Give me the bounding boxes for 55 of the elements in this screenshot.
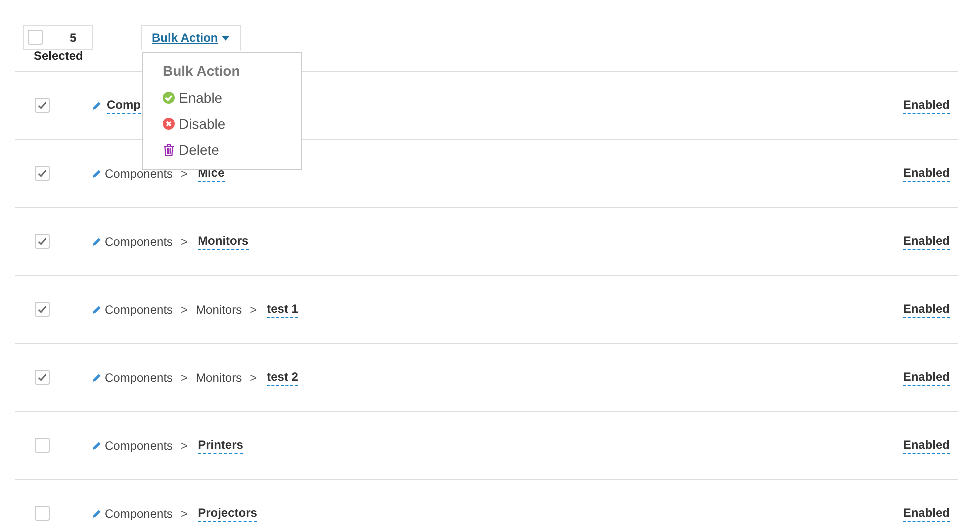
pencil-icon [92, 372, 102, 382]
breadcrumb-separator: > [250, 302, 258, 316]
status-link[interactable]: Enabled [903, 166, 950, 182]
selected-count: 5 [70, 30, 77, 44]
category-name-link[interactable]: Monitors [198, 234, 249, 250]
breadcrumb-item: Components [105, 166, 174, 180]
checkbox[interactable] [35, 302, 50, 317]
menu-item[interactable]: Disable [163, 111, 301, 137]
menu-item[interactable]: Enable [163, 85, 301, 111]
status-link[interactable]: Enabled [903, 438, 950, 454]
status-link[interactable]: Enabled [903, 302, 950, 318]
breadcrumb-item: Components [105, 438, 174, 452]
checkbox[interactable] [35, 370, 50, 385]
selected-label: Selected [34, 50, 84, 62]
pencil-icon [92, 100, 102, 110]
breadcrumb-separator: > [250, 370, 258, 384]
bulk-action-dropdown[interactable]: Bulk Action [141, 25, 241, 51]
category-name-link[interactable]: test 1 [267, 302, 298, 318]
trash-icon [163, 144, 175, 156]
checkbox[interactable] [35, 166, 50, 181]
select-all-control[interactable]: 5 [23, 25, 93, 50]
status-link[interactable]: Enabled [903, 506, 950, 522]
pencil-icon [92, 508, 102, 518]
category-name-link[interactable]: Projectors [198, 506, 258, 522]
breadcrumb-separator: > [181, 166, 188, 180]
menu-header: Bulk Action [163, 63, 242, 79]
category-name-link[interactable]: Printers [198, 438, 244, 454]
breadcrumb-separator: > [181, 506, 188, 520]
menu-item[interactable]: Delete [163, 137, 301, 163]
pencil-icon [92, 168, 102, 178]
checkbox[interactable] [35, 234, 50, 249]
breadcrumb-item: Components [105, 234, 174, 248]
status-link[interactable]: Enabled [903, 98, 950, 114]
category-name-link[interactable]: test 2 [267, 370, 298, 386]
breadcrumb-item: Components [105, 302, 174, 316]
close-circle-icon [163, 118, 175, 130]
breadcrumb-item: Components [105, 370, 174, 384]
breadcrumb-separator: > [181, 438, 188, 452]
checkbox[interactable] [35, 438, 50, 453]
breadcrumb-separator: > [181, 302, 188, 316]
breadcrumb-item: Monitors [196, 302, 242, 316]
breadcrumb-item: Monitors [196, 370, 242, 384]
caret-icon [222, 36, 230, 40]
status-link[interactable]: Enabled [903, 234, 950, 250]
checkbox[interactable] [35, 98, 50, 113]
checkbox[interactable] [35, 506, 50, 521]
pencil-icon [92, 236, 102, 246]
category-name-link[interactable]: Comp [107, 98, 141, 114]
check-circle-icon [163, 92, 175, 104]
breadcrumb-separator: > [181, 234, 188, 248]
pencil-icon [92, 304, 102, 314]
breadcrumb-item: Components [105, 506, 174, 520]
pencil-icon [92, 440, 102, 450]
status-link[interactable]: Enabled [903, 370, 950, 386]
breadcrumb-separator: > [181, 370, 188, 384]
